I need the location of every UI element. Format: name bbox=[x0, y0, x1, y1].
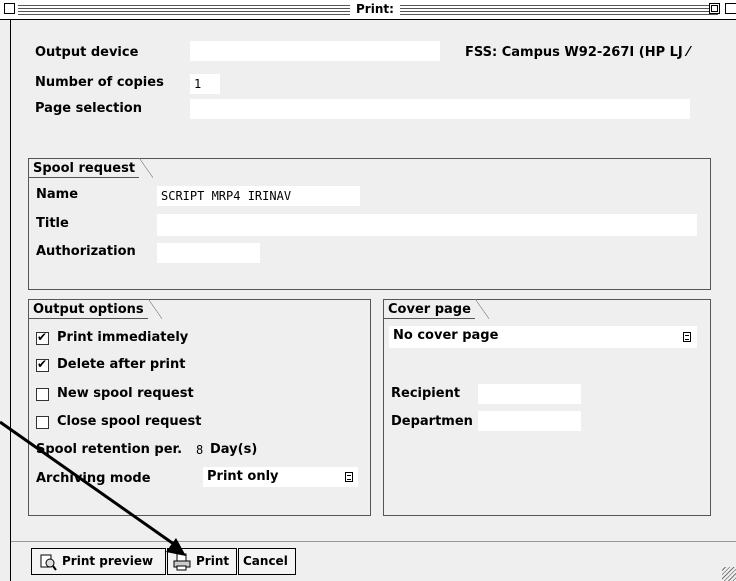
print-dialog-window: Print: Output device FSS: Campus W92-267… bbox=[0, 0, 736, 581]
annotation-arrow bbox=[0, 420, 186, 556]
